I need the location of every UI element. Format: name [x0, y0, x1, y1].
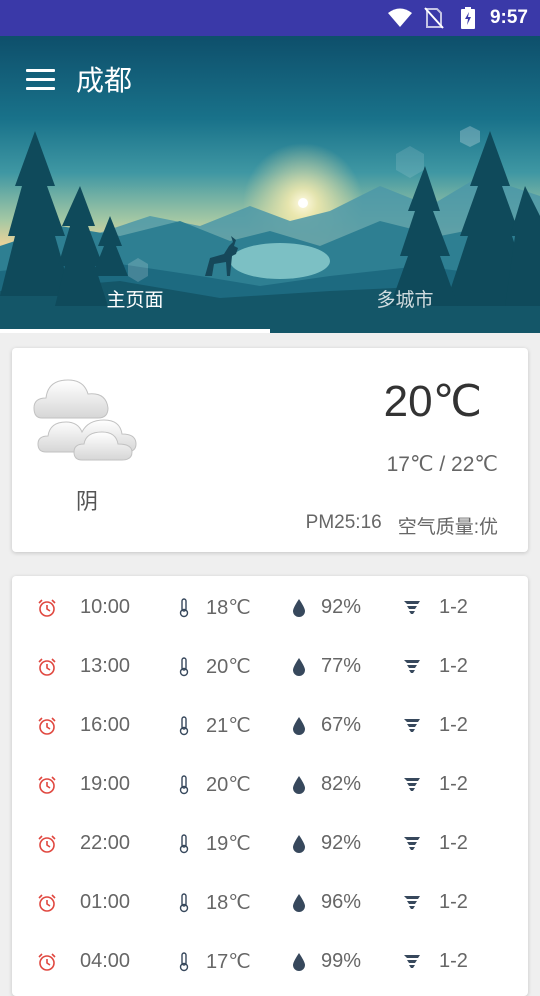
- hour-temperature: 20℃: [206, 656, 251, 678]
- alarm-icon: [37, 873, 57, 932]
- hourly-row: 10:00 18℃ 92% 1-2: [12, 578, 528, 637]
- hour-humidity: 67%: [321, 714, 362, 736]
- thermometer-icon: [178, 814, 190, 873]
- app-bar: 成都: [0, 36, 540, 122]
- humidity-icon: [292, 637, 306, 696]
- thermometer-icon: [178, 932, 190, 991]
- hour-temperature: 19℃: [206, 833, 251, 855]
- alarm-icon: [37, 696, 57, 755]
- hour-temperature: 17℃: [206, 951, 251, 973]
- hour-wind: 1-2: [439, 773, 468, 795]
- thermometer-icon: [178, 637, 190, 696]
- air-quality-row: PM25:16 空气质量:优: [306, 512, 498, 539]
- hourly-forecast-card: 10:00 18℃ 92% 1-2 13:00 20℃ 77% 1-2 16:00 21℃ 67% 1…: [12, 576, 528, 996]
- hour-wind: 1-2: [439, 950, 468, 972]
- hour-wind: 1-2: [439, 655, 468, 677]
- wind-icon: [402, 873, 422, 932]
- hour-time: 19:00: [80, 773, 131, 795]
- wind-icon: [402, 932, 422, 991]
- hour-wind: 1-2: [439, 596, 468, 618]
- tab-bar: 主页面 多城市: [0, 263, 540, 333]
- wind-icon: [402, 814, 422, 873]
- alarm-icon: [37, 755, 57, 814]
- pm25-value: PM25:16: [305, 512, 382, 533]
- hour-humidity: 92%: [321, 832, 362, 854]
- alarm-icon: [37, 578, 57, 637]
- hour-temperature: 20℃: [206, 774, 251, 796]
- humidity-icon: [292, 932, 306, 991]
- thermometer-icon: [178, 755, 190, 814]
- city-title: 成都: [76, 64, 133, 97]
- hour-time: 16:00: [80, 714, 131, 736]
- temperature-range: 17℃ / 22℃: [386, 453, 498, 476]
- alarm-icon: [37, 932, 57, 991]
- humidity-icon: [292, 578, 306, 637]
- hour-time: 01:00: [80, 891, 131, 913]
- tab-multi-city[interactable]: 多城市: [270, 263, 540, 333]
- tab-home[interactable]: 主页面: [0, 263, 270, 333]
- hourly-row: 04:00 17℃ 99% 1-2: [12, 932, 528, 991]
- wind-icon: [402, 755, 422, 814]
- hour-humidity: 96%: [321, 891, 362, 913]
- hourly-row: 22:00 19℃ 92% 1-2: [12, 814, 528, 873]
- status-bar: 9:57: [0, 0, 540, 36]
- hour-humidity: 99%: [321, 950, 362, 972]
- hourly-row: 01:00 18℃ 96% 1-2: [12, 873, 528, 932]
- thermometer-icon: [178, 873, 190, 932]
- hourly-row: 13:00 20℃ 77% 1-2: [12, 637, 528, 696]
- hour-humidity: 92%: [321, 596, 362, 618]
- wind-icon: [402, 637, 422, 696]
- hour-time: 22:00: [80, 832, 131, 854]
- humidity-icon: [292, 696, 306, 755]
- hour-wind: 1-2: [439, 832, 468, 854]
- wifi-icon: [387, 6, 412, 30]
- thermometer-icon: [178, 578, 190, 637]
- hourly-row: 19:00 20℃ 82% 1-2: [12, 755, 528, 814]
- hour-temperature: 18℃: [206, 597, 251, 619]
- hour-wind: 1-2: [439, 714, 468, 736]
- humidity-icon: [292, 814, 306, 873]
- battery-charging-icon: [456, 6, 480, 30]
- hour-temperature: 21℃: [206, 715, 251, 737]
- alarm-icon: [37, 637, 57, 696]
- hour-time: 13:00: [80, 655, 131, 677]
- air-quality-label: 空气质量:优: [397, 517, 498, 538]
- hour-humidity: 77%: [321, 655, 362, 677]
- hour-temperature: 18℃: [206, 892, 251, 914]
- hour-time: 04:00: [80, 950, 131, 972]
- condition-text: 阴: [75, 490, 98, 515]
- current-temperature: 20℃: [383, 377, 482, 426]
- cloudy-icon: [33, 379, 137, 461]
- thermometer-icon: [178, 696, 190, 755]
- wind-icon: [402, 578, 422, 637]
- status-time: 9:57: [489, 7, 528, 28]
- wind-icon: [402, 696, 422, 755]
- hour-humidity: 82%: [321, 773, 362, 795]
- current-weather-card: 阴 20℃ 17℃ / 22℃ PM25:16 空气质量:优: [12, 348, 528, 552]
- hour-wind: 1-2: [439, 891, 468, 913]
- humidity-icon: [292, 873, 306, 932]
- alarm-icon: [37, 814, 57, 873]
- hour-time: 10:00: [80, 596, 131, 618]
- humidity-icon: [292, 755, 306, 814]
- header-banner: 成都 主页面 多城市: [0, 36, 540, 333]
- no-sim-icon: [422, 6, 446, 30]
- hourly-row: 16:00 21℃ 67% 1-2: [12, 696, 528, 755]
- menu-icon[interactable]: [26, 63, 58, 95]
- status-icons: 9:57: [387, 0, 528, 36]
